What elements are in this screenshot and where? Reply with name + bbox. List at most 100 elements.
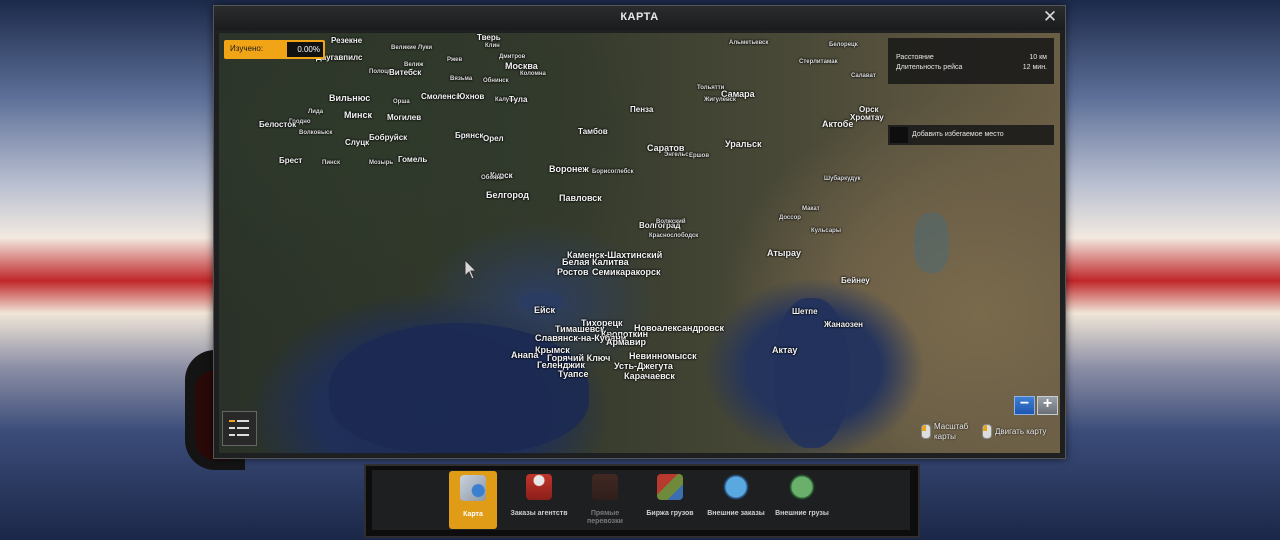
globe-cargo-icon: [789, 474, 815, 500]
city-label: Обоянь: [481, 175, 504, 181]
city-label: Вильнюс: [329, 93, 371, 103]
route-info-panel: Расстояние 10 км Длительность рейса 12 м…: [888, 38, 1054, 84]
tab-agency-orders[interactable]: Заказы агентств: [510, 470, 568, 530]
city-label: Клин: [485, 43, 500, 49]
tab-label: Карта: [463, 511, 483, 518]
zoom-out-button[interactable]: −: [1014, 396, 1035, 415]
bottom-dock: Карта Заказы агентств Прямые перевозки Б…: [364, 464, 920, 538]
city-label: Коломна: [520, 71, 546, 77]
city-label: Ржев: [447, 57, 463, 63]
city-label: Хромтау: [850, 113, 884, 122]
legend-marker: [229, 420, 235, 422]
mouse-wheel-icon: [921, 424, 931, 439]
legend-line: [237, 427, 249, 429]
forklift-icon: [592, 474, 618, 500]
city-label: Тольятти: [697, 85, 725, 91]
city-label: Мозырь: [369, 160, 394, 166]
city-label: Белая Калитва: [562, 257, 629, 267]
city-label: Орел: [483, 134, 504, 143]
agency-orders-icon: [526, 474, 552, 500]
move-hint: Двигать карту: [995, 427, 1047, 436]
explored-indicator: Изучено: 0.00%: [224, 40, 325, 59]
city-label: Пинск: [322, 160, 340, 166]
city-label: Стерлитамак: [799, 59, 838, 65]
lake: [914, 213, 949, 273]
city-label: Энгельс: [664, 152, 689, 158]
dock-tabs: Карта Заказы агентств Прямые перевозки Б…: [372, 470, 910, 530]
tab-map[interactable]: Карта: [449, 471, 497, 529]
tab-direct-transport[interactable]: Прямые перевозки: [581, 470, 629, 530]
tab-external-orders[interactable]: Внешние заказы: [707, 470, 765, 530]
city-label: Ейск: [534, 305, 556, 315]
tab-label: Внешние заказы: [707, 510, 765, 517]
map-icon: [460, 475, 486, 501]
city-label: Ершов: [689, 153, 710, 159]
explored-label: Изучено:: [230, 44, 264, 53]
city-label: Брянск: [455, 131, 484, 140]
city-label: Вязьма: [450, 76, 473, 82]
city-label: Армавир: [606, 337, 646, 347]
city-label: Юхнов: [457, 92, 485, 101]
cargo-market-icon: [657, 474, 683, 500]
city-label: Могилев: [387, 113, 422, 122]
city-label: Пенза: [630, 105, 654, 114]
tab-cargo-market[interactable]: Биржа грузов: [646, 470, 694, 530]
city-label: Минск: [344, 110, 372, 120]
avoid-place-label: Добавить избегаемое место: [912, 131, 1004, 138]
city-label: Полоцк: [369, 69, 391, 75]
city-label: Брест: [279, 156, 303, 165]
city-label: Павловск: [559, 193, 602, 203]
duration-label: Длительность рейса: [896, 64, 963, 71]
city-label: Смоленск: [421, 92, 460, 101]
duration-row: Длительность рейса 12 мин.: [896, 64, 1047, 71]
legend-marker: [229, 427, 235, 429]
city-label: Шубаркудук: [824, 176, 861, 182]
city-label: Жанаозен: [824, 320, 863, 329]
city-label: Актау: [772, 345, 798, 355]
zoom-in-button[interactable]: +: [1037, 396, 1058, 415]
city-label: Семикаракорск: [592, 267, 661, 277]
tab-external-cargo[interactable]: Внешние грузы: [775, 470, 829, 530]
city-label: Обнинск: [483, 78, 509, 84]
city-label: Витебск: [389, 68, 422, 77]
city-label: Салават: [851, 73, 876, 79]
city-label: Орша: [393, 99, 410, 105]
city-label: Тула: [509, 95, 528, 104]
city-label: Резекне: [331, 36, 363, 45]
add-avoid-place-button[interactable]: Добавить избегаемое место: [888, 125, 1054, 145]
legend-line: [237, 434, 249, 436]
city-label: Жигулевск: [704, 97, 736, 103]
city-label: Шетпе: [792, 307, 818, 316]
cursor-icon: [464, 259, 478, 280]
close-icon[interactable]: ✕: [1041, 8, 1059, 26]
distance-row: Расстояние 10 км: [896, 54, 1047, 61]
distance-label: Расстояние: [896, 54, 934, 61]
city-label: Карачаевск: [624, 371, 675, 381]
tab-label: Биржа грузов: [646, 510, 694, 517]
tab-label: Прямые перевозки: [587, 510, 623, 525]
globe-orders-icon: [723, 474, 749, 500]
explored-value: 0.00%: [287, 42, 323, 57]
city-label: Невинномысск: [629, 351, 697, 361]
city-label: Уральск: [725, 139, 762, 149]
city-label: Ростов: [557, 267, 589, 277]
avoid-place-icon: [890, 127, 908, 143]
city-label: Атырау: [767, 248, 801, 258]
city-label: Усть-Джегута: [614, 361, 673, 371]
city-label: Актобе: [822, 119, 854, 129]
city-label: Доссор: [779, 215, 801, 221]
zoom-hint: Масштаб карты: [934, 422, 969, 441]
duration-value: 12 мин.: [1022, 64, 1047, 71]
city-label: Тверь: [477, 33, 501, 42]
world-map[interactable]: Резекне Тверь Великие Луки Клин Даугавпи…: [219, 33, 1060, 453]
city-label: Великие Луки: [391, 45, 433, 51]
legend-button[interactable]: [222, 411, 257, 446]
window-title: КАРТА: [620, 11, 659, 23]
city-label: Кульсары: [811, 228, 841, 234]
city-label: Анапа: [511, 350, 539, 360]
city-label: Белосток: [259, 120, 297, 129]
city-label: Москва: [505, 61, 538, 71]
city-label: Борисоглебск: [592, 169, 634, 175]
mouse-drag-icon: [982, 424, 992, 439]
city-label: Туапсе: [558, 369, 589, 379]
